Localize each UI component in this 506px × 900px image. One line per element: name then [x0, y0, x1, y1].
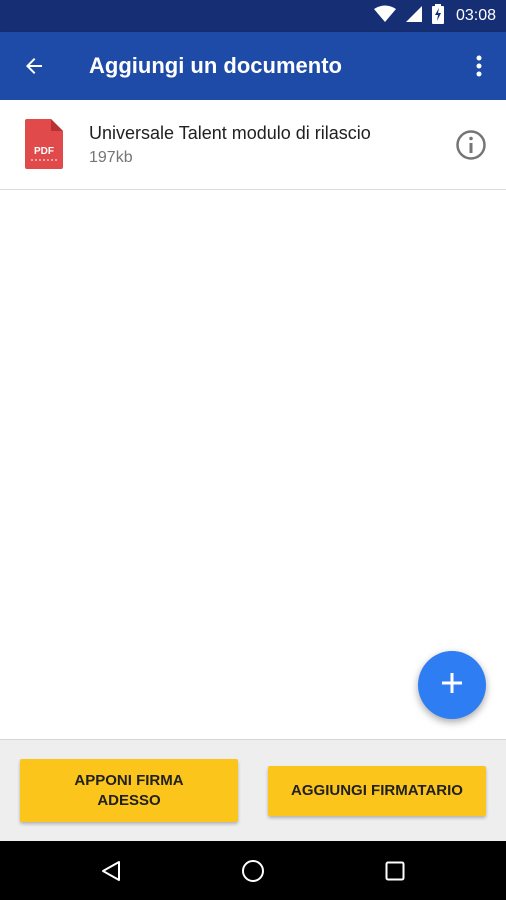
status-time: 03:08: [455, 7, 496, 24]
document-name: Universale Talent modulo di rilascio: [89, 123, 371, 143]
arrow-back-icon[interactable]: [14, 46, 54, 86]
app-bar: Aggiungi un documento: [0, 32, 506, 100]
add-signer-button[interactable]: AGGIUNGI FIRMATARIO: [268, 766, 486, 816]
navigation-bar: [0, 841, 506, 900]
battery-charging-icon: [431, 3, 444, 29]
nav-recents-icon[interactable]: [365, 841, 425, 900]
add-icon: [440, 671, 464, 700]
pdf-file-icon: PDF: [25, 119, 63, 174]
signal-icon: [405, 5, 422, 27]
more-vert-icon[interactable]: [464, 46, 494, 86]
document-size: 197kb: [89, 149, 133, 166]
status-bar: 03:08: [0, 0, 506, 32]
info-icon[interactable]: [455, 129, 487, 161]
wifi-icon: [373, 5, 396, 28]
action-panel: APPONI FIRMA ADESSO AGGIUNGI FIRMATARIO: [0, 739, 506, 841]
pdf-icon-label: PDF: [34, 146, 54, 157]
add-signer-label: AGGIUNGI FIRMATARIO: [291, 782, 463, 799]
nav-back-icon[interactable]: [81, 841, 141, 900]
document-list-item[interactable]: PDF Universale Talent modulo di rilascio…: [0, 100, 506, 190]
sign-now-button[interactable]: APPONI FIRMA ADESSO: [20, 759, 238, 822]
sign-now-label: APPONI FIRMA ADESSO: [74, 771, 184, 809]
page-title: Aggiungi un documento: [89, 53, 342, 78]
status-icons: 03:08: [373, 0, 496, 32]
add-document-button[interactable]: [418, 651, 486, 719]
nav-home-icon[interactable]: [223, 841, 283, 900]
document-list-area: [0, 191, 506, 739]
